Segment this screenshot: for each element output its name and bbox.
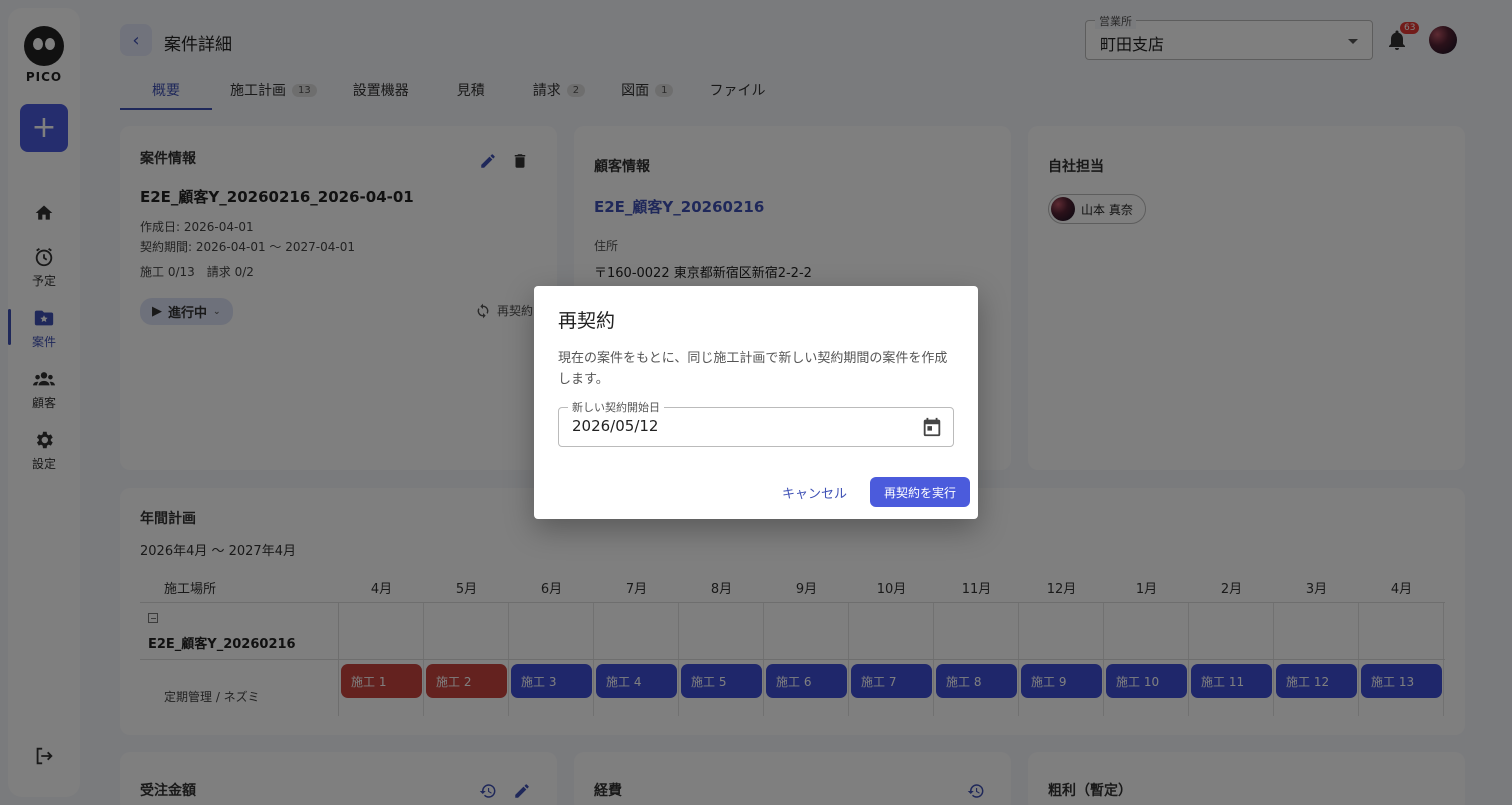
cancel-button[interactable]: キャンセル: [774, 477, 855, 507]
start-date-label: 新しい契約開始日: [568, 399, 664, 415]
confirm-renew-button[interactable]: 再契約を実行: [870, 477, 970, 507]
renew-dialog: 再契約 現在の案件をもとに、同じ施工計画で新しい契約期間の案件を作成します。 新…: [534, 286, 978, 519]
dialog-description: 現在の案件をもとに、同じ施工計画で新しい契約期間の案件を作成します。: [558, 351, 948, 387]
dialog-title: 再契約: [558, 310, 616, 332]
start-date-field[interactable]: 新しい契約開始日: [558, 399, 954, 447]
calendar-icon[interactable]: [921, 416, 943, 438]
start-date-input[interactable]: [572, 417, 902, 435]
